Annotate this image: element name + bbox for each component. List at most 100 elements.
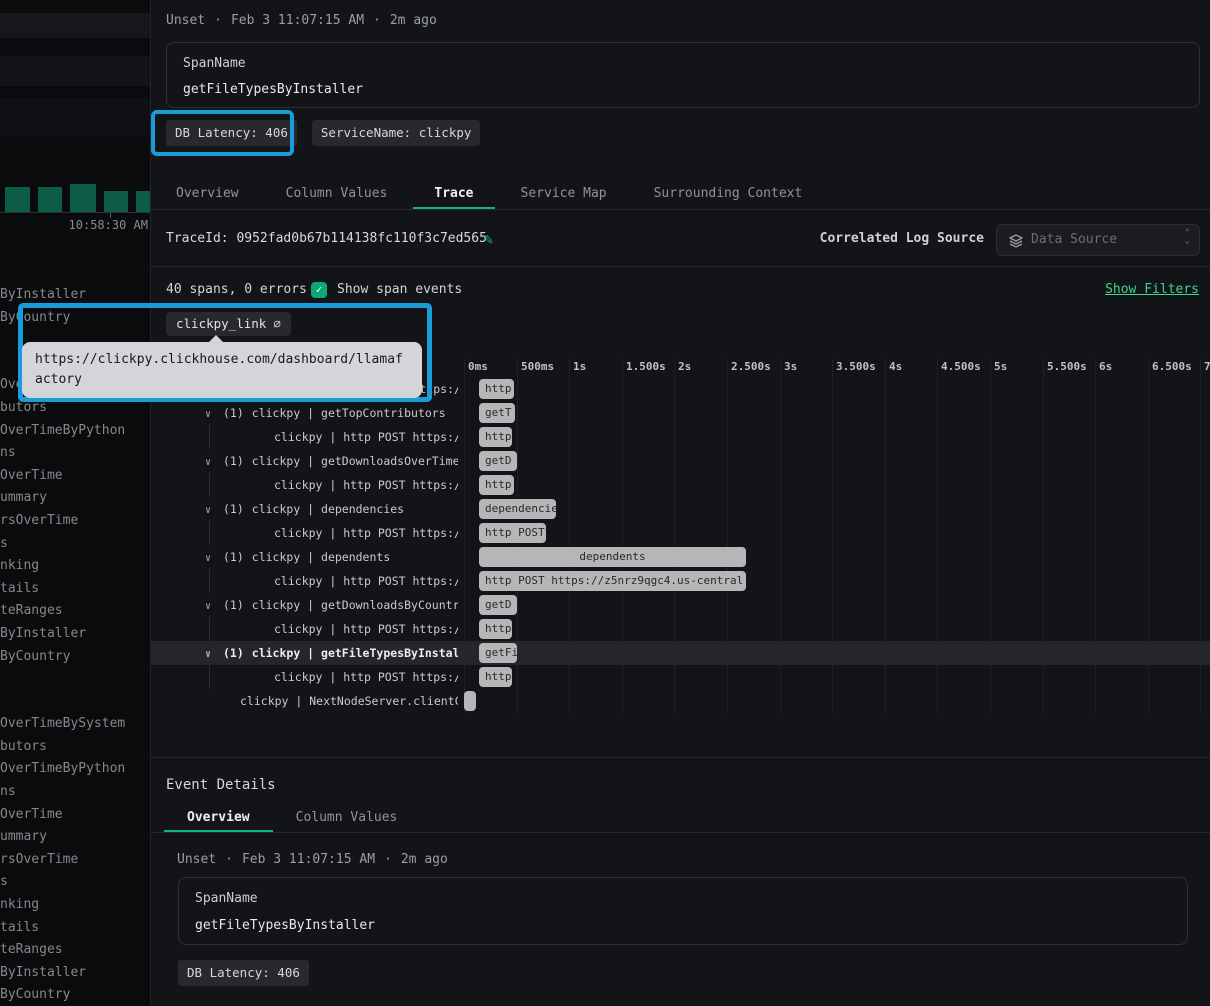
span-row[interactable]: clickpy | http POST https://z5nrz9qgc4.u… [151,425,1210,449]
trace-waterfall: 0ms500ms1s1.500s2s2.500s3s3.500s4s4.500s… [151,358,1210,713]
drawer-tab[interactable]: Column Values [286,178,388,209]
list-item[interactable]: ns [0,442,150,465]
divider [151,266,1210,267]
db-latency-badge[interactable]: DB Latency: 406 [178,960,309,986]
span-count: (1) [223,406,244,420]
span-row[interactable]: ∨(1)clickpy | dependents dependents [151,545,1210,569]
span-row[interactable]: clickpy | http POST https://z5nrz9qgc4.u… [151,521,1210,545]
list-item[interactable]: ByCountry [0,646,150,669]
list-item[interactable]: OverTimeBySystem [0,713,150,736]
span-row[interactable]: ∨(1)clickpy | getDownloadsByCountry getD [151,593,1210,617]
list-item[interactable]: s [0,871,150,894]
list-item[interactable]: ummary [0,826,150,849]
list-item[interactable]: OverTime [0,804,150,827]
span-bar[interactable]: http [479,427,512,447]
axis-tick-label: 500ms [521,360,554,373]
span-timeline: getT [464,403,1210,423]
span-row[interactable]: clickpy | http POST https://z5nrz9qgc4.u… [151,473,1210,497]
list-item[interactable]: OverTime [0,465,150,488]
show-filters-link[interactable]: Show Filters [1105,281,1199,299]
span-row[interactable]: ∨(1)clickpy | getDownloadsOverTimeBySyst… [151,449,1210,473]
span-bar[interactable]: http [479,379,514,399]
data-source-select[interactable]: Data Source ⌃⌄ [996,224,1200,256]
service-name-badge[interactable]: ServiceName: clickpy [312,120,481,146]
chevron-down-icon[interactable]: ∨ [205,595,219,617]
span-row[interactable]: clickpy | http POST https://z5nrz9qgc4.u… [151,569,1210,593]
span-bar[interactable]: getD [479,451,517,471]
trace-page: 10:58:30 AM ByInstallerByCountryOverTime… [0,0,1210,1006]
drawer-tab[interactable]: Trace [413,178,494,209]
list-item[interactable]: ByCountry [0,984,150,1006]
list-item[interactable]: butors [0,736,150,759]
span-bar[interactable]: http POST https://z5nrz9qgc4.us-central [479,571,746,591]
drawer-tab[interactable]: Service Map [521,178,607,209]
event-details-tab[interactable]: Overview [164,803,273,832]
span-bar[interactable]: getFi [479,643,517,663]
axis-tick-label: 0ms [468,360,488,373]
list-item[interactable]: OverTimeByPython [0,758,150,781]
span-rows: clickpy | http POST https://z5nrz9qgc4.u… [151,377,1210,713]
chevron-down-icon[interactable]: ∨ [205,403,219,425]
list-item[interactable]: ns [0,781,150,804]
span-row[interactable]: clickpy | http POST https://z5nrz9qgc4.u… [151,665,1210,689]
correlated-log-source-label: Correlated Log Source [820,231,984,246]
list-item[interactable]: OverTimeByPython [0,420,150,443]
span-bar[interactable]: dependencies [479,499,556,519]
span-row[interactable]: ∨(1)clickpy | dependencies dependencies [151,497,1210,521]
list-item[interactable]: rsOverTime [0,849,150,872]
chevron-down-icon[interactable]: ∨ [205,547,219,569]
histogram-timestamp: 10:58:30 AM [0,218,148,232]
axis-tick-label: 2.500s [731,360,771,373]
drawer-tab[interactable]: Overview [176,178,239,209]
layers-icon [1009,234,1023,248]
span-bar[interactable]: getD [479,595,517,615]
span-timeline: http [464,475,1210,495]
span-label: ∨(1)clickpy | getFileTypesByInstaller [151,641,458,665]
span-bar[interactable]: http POST [479,523,546,543]
list-item[interactable]: teRanges [0,600,150,623]
list-item[interactable]: nking [0,555,150,578]
list-item[interactable]: tails [0,578,150,601]
span-timeline [464,691,1210,711]
span-bar[interactable]: http [479,667,512,687]
highlight-box-db-latency [151,110,294,156]
list-item[interactable]: s [0,533,150,556]
list-item[interactable]: rsOverTime [0,510,150,533]
chevron-down-icon[interactable]: ∨ [205,499,219,521]
event-timestamp: Feb 3 11:07:15 AM [231,12,364,30]
list-item[interactable]: tails [0,917,150,940]
span-row[interactable]: ∨(1)clickpy | getTopContributors getT [151,401,1210,425]
span-bar[interactable]: dependents [479,547,746,567]
span-row[interactable]: clickpy | NextNodeServer.clientCompone [151,689,1210,713]
span-bar[interactable]: http [479,475,514,495]
list-item[interactable]: teRanges [0,939,150,962]
list-item[interactable]: nking [0,894,150,917]
event-details-tab[interactable]: Column Values [273,803,421,832]
span-row[interactable]: clickpy | http POST https://z5nrz9qgc4.u… [151,617,1210,641]
list-item[interactable]: ummary [0,487,150,510]
span-bar[interactable]: getT [479,403,515,423]
axis-tick-label: 2s [678,360,691,373]
trace-id-label: TraceId: [166,231,229,246]
list-item[interactable] [0,668,150,691]
drawer-tab[interactable]: Surrounding Context [654,178,803,209]
span-bar[interactable]: http [479,619,512,639]
span-row[interactable]: ∨(1)clickpy | getFileTypesByInstaller ge… [151,641,1210,665]
edit-pencil-icon[interactable]: ✎ [484,230,493,248]
span-count: (1) [223,598,244,612]
span-bar[interactable] [464,691,476,711]
span-name-text: clickpy | dependencies [252,502,404,516]
list-item[interactable]: ByInstaller [0,962,150,985]
chevron-down-icon[interactable]: ∨ [205,451,219,473]
chevron-down-icon[interactable]: ∨ [205,643,219,665]
axis-tick-label: 7s [1204,360,1210,373]
list-item[interactable]: ByInstaller [0,623,150,646]
background-panel: 10:58:30 AM ByInstallerByCountryOverTime… [0,0,150,1006]
span-name-text: clickpy | http POST https://z5nrz9qgc4.u… [274,526,458,540]
event-ago: 2m ago [401,851,448,869]
show-span-events-checkbox[interactable]: ✓ [311,282,327,298]
list-item[interactable] [0,691,150,714]
trace-id: TraceId: 0952fad0b67b114138fc110f3c7ed56… [166,231,487,246]
span-name-text: clickpy | http POST https://z5nrz9qgc4.u… [274,622,458,636]
axis-tick-label: 1.500s [626,360,666,373]
